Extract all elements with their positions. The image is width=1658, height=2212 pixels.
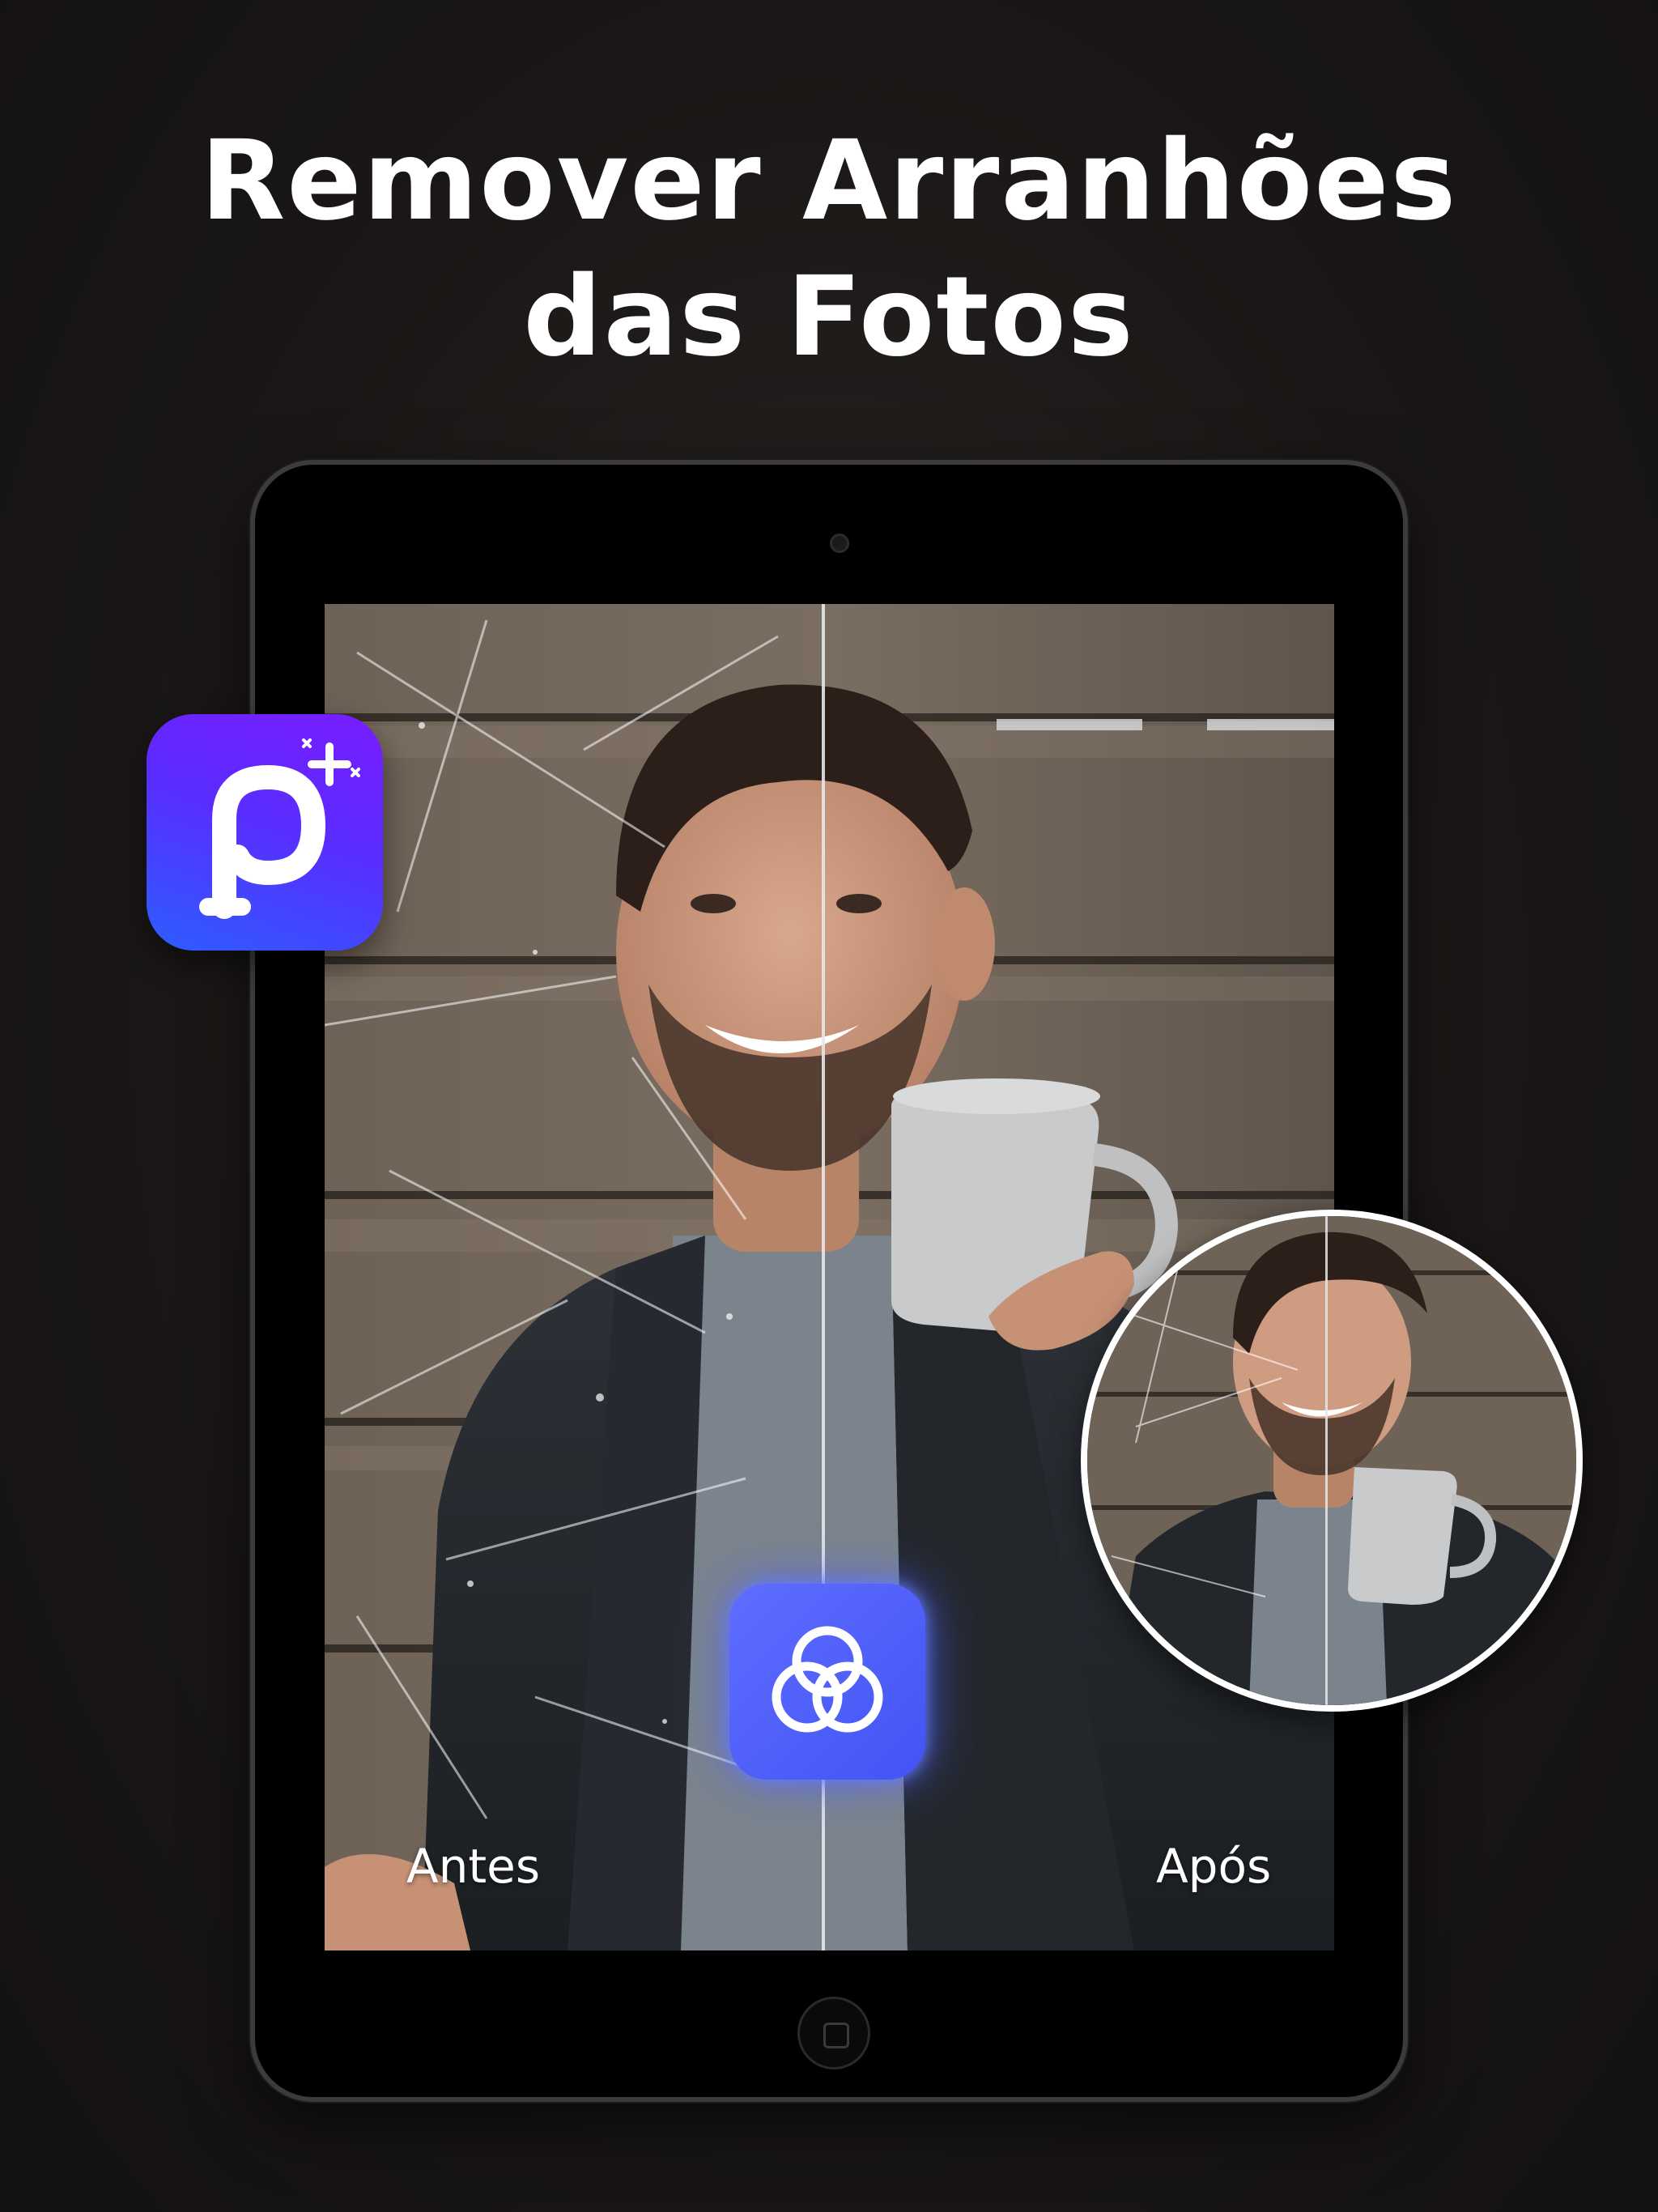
headline-line-1: Remover Arranhões [200,117,1458,245]
page-headline: Remover Arranhões das Fotos [0,113,1658,385]
photo-app-logo-icon [199,738,360,919]
overlapping-circles-icon [772,1626,883,1733]
headline-line-2: das Fotos [523,253,1135,381]
zoom-comparison-circle [1081,1210,1583,1712]
front-camera [830,534,849,553]
before-label: Antes [406,1839,541,1894]
compare-button[interactable] [729,1584,925,1780]
app-logo [147,714,383,951]
zoomed-portrait-photo [1087,1216,1576,1705]
after-label: Após [1156,1839,1272,1894]
home-button[interactable] [797,1997,870,2069]
